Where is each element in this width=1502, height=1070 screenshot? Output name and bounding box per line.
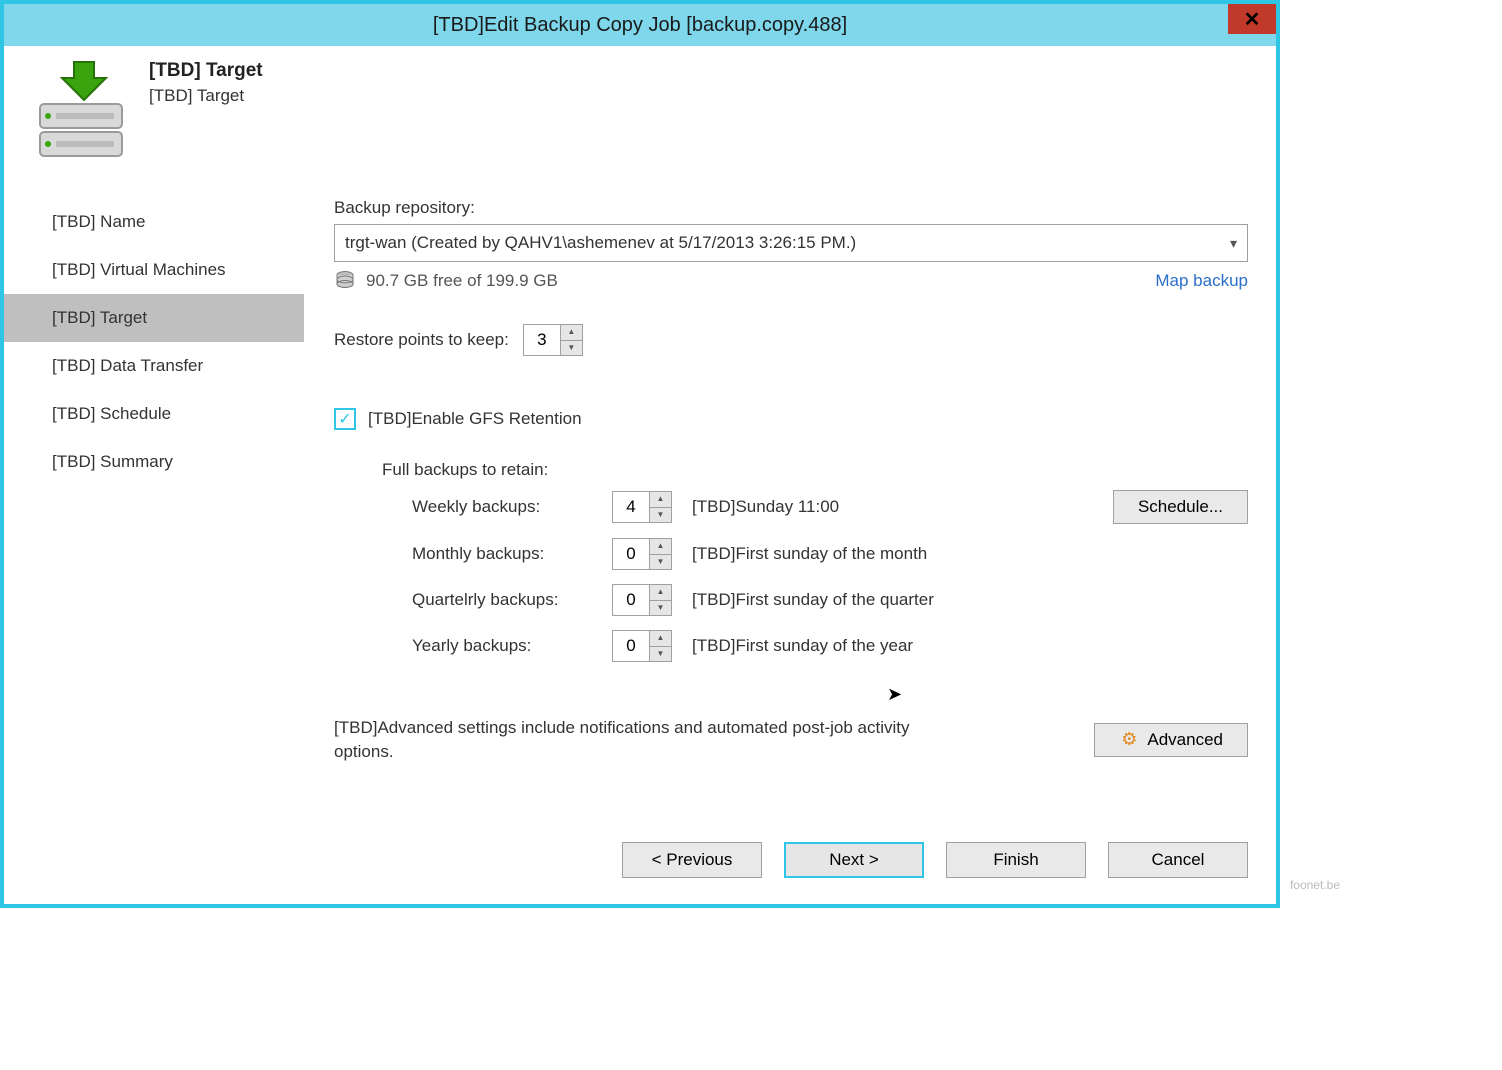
free-space-text: 90.7 GB free of 199.9 GB: [366, 271, 558, 291]
repo-value: trgt-wan (Created by QAHV1\ashemenev at …: [345, 233, 856, 253]
close-icon: ✕: [1244, 7, 1261, 32]
quarterly-label: Quartelrly backups:: [412, 590, 612, 610]
nav-item-name[interactable]: [TBD] Name: [4, 198, 304, 246]
weekly-desc: [TBD]Sunday 11:00: [692, 497, 992, 517]
retain-title: Full backups to retain:: [382, 460, 1248, 480]
yearly-spinner[interactable]: ▲▼: [612, 630, 692, 662]
spinner-up-icon[interactable]: ▲: [650, 492, 671, 508]
monthly-spinner[interactable]: ▲▼: [612, 538, 692, 570]
spinner-up-icon[interactable]: ▲: [650, 539, 671, 555]
chevron-down-icon: ▾: [1230, 235, 1237, 252]
spinner-up-icon[interactable]: ▲: [650, 585, 671, 601]
monthly-desc: [TBD]First sunday of the month: [692, 544, 992, 564]
monthly-label: Monthly backups:: [412, 544, 612, 564]
repo-label: Backup repository:: [334, 198, 1248, 218]
weekly-label: Weekly backups:: [412, 497, 612, 517]
nav-item-summary[interactable]: [TBD] Summary: [4, 438, 304, 486]
nav-item-data-transfer[interactable]: [TBD] Data Transfer: [4, 342, 304, 390]
window-title: [TBD]Edit Backup Copy Job [backup.copy.4…: [433, 14, 847, 37]
spinner-down-icon[interactable]: ▼: [650, 555, 671, 570]
spinner-down-icon[interactable]: ▼: [650, 647, 671, 662]
gfs-checkbox-label: [TBD]Enable GFS Retention: [368, 409, 582, 429]
wizard-header: [TBD] Target [TBD] Target: [4, 46, 1276, 178]
advanced-description: [TBD]Advanced settings include notificat…: [334, 716, 954, 764]
spinner-up-icon[interactable]: ▲: [561, 325, 582, 341]
spinner-down-icon[interactable]: ▼: [650, 601, 671, 616]
quarterly-desc: [TBD]First sunday of the quarter: [692, 590, 992, 610]
finish-button[interactable]: Finish: [946, 842, 1086, 878]
restore-points-spinner[interactable]: ▲ ▼: [523, 324, 583, 356]
nav-item-target[interactable]: [TBD] Target: [4, 294, 304, 342]
quarterly-input[interactable]: [612, 584, 650, 616]
close-button[interactable]: ✕: [1228, 4, 1276, 34]
wizard-content: Backup repository: trgt-wan (Created by …: [304, 178, 1276, 818]
weekly-input[interactable]: [612, 491, 650, 523]
header-subtitle: [TBD] Target: [149, 86, 263, 106]
yearly-desc: [TBD]First sunday of the year: [692, 636, 992, 656]
monthly-input[interactable]: [612, 538, 650, 570]
gear-icon: ⚙: [1119, 730, 1139, 750]
next-button[interactable]: Next >: [784, 842, 924, 878]
yearly-input[interactable]: [612, 630, 650, 662]
database-icon: [334, 270, 356, 292]
restore-points-input[interactable]: [523, 324, 561, 356]
yearly-label: Yearly backups:: [412, 636, 612, 656]
repo-dropdown[interactable]: trgt-wan (Created by QAHV1\ashemenev at …: [334, 224, 1248, 262]
restore-points-label: Restore points to keep:: [334, 330, 509, 350]
spinner-down-icon[interactable]: ▼: [561, 341, 582, 356]
schedule-button[interactable]: Schedule...: [1113, 490, 1248, 524]
nav-item-schedule[interactable]: [TBD] Schedule: [4, 390, 304, 438]
header-title: [TBD] Target: [149, 60, 263, 82]
map-backup-link[interactable]: Map backup: [1155, 271, 1248, 291]
wizard-footer: < Previous Next > Finish Cancel: [4, 818, 1276, 904]
watermark: foonet.be: [1290, 878, 1340, 892]
advanced-button-label: Advanced: [1147, 730, 1223, 750]
spinner-down-icon[interactable]: ▼: [650, 508, 671, 523]
cancel-button[interactable]: Cancel: [1108, 842, 1248, 878]
quarterly-spinner[interactable]: ▲▼: [612, 584, 692, 616]
nav-item-virtual-machines[interactable]: [TBD] Virtual Machines: [4, 246, 304, 294]
wizard-nav: [TBD] Name [TBD] Virtual Machines [TBD] …: [4, 178, 304, 818]
dialog-window: [TBD]Edit Backup Copy Job [backup.copy.4…: [0, 0, 1280, 908]
spinner-up-icon[interactable]: ▲: [650, 631, 671, 647]
titlebar: [TBD]Edit Backup Copy Job [backup.copy.4…: [4, 4, 1276, 46]
advanced-button[interactable]: ⚙ Advanced: [1094, 723, 1248, 757]
target-icon: [34, 60, 129, 160]
weekly-spinner[interactable]: ▲▼: [612, 491, 692, 523]
gfs-checkbox[interactable]: ✓: [334, 408, 356, 430]
previous-button[interactable]: < Previous: [622, 842, 762, 878]
